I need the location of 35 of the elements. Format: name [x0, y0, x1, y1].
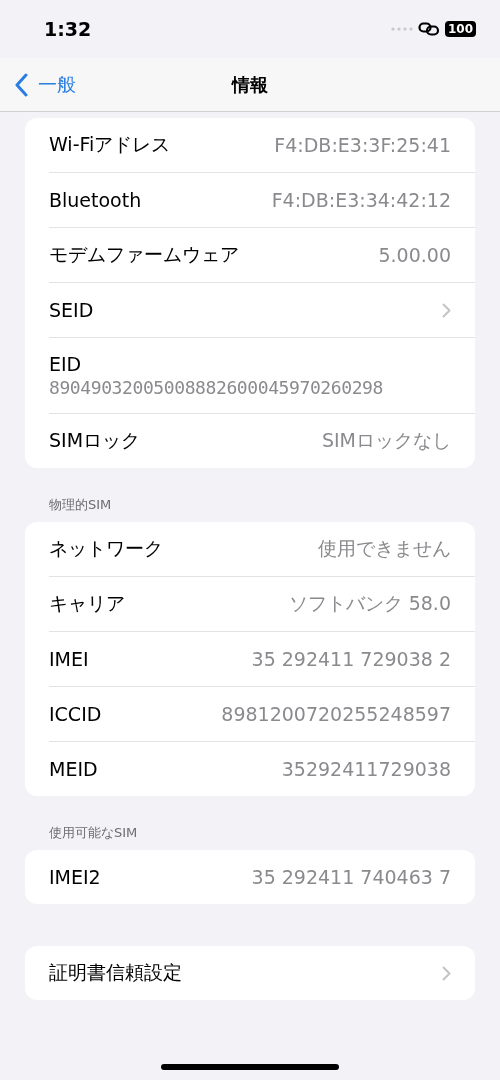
row-label: IMEI2	[49, 866, 101, 888]
signal-dots-icon	[390, 27, 413, 31]
row-label: EID	[49, 353, 82, 375]
settings-row[interactable]: SEID	[25, 283, 475, 337]
row-label: MEID	[49, 758, 98, 780]
row-value: F4:DB:E3:3F:25:41	[274, 134, 451, 156]
row-label: SIMロック	[49, 428, 141, 453]
row-label: Wi-Fiアドレス	[49, 132, 171, 157]
row-value: F4:DB:E3:34:42:12	[271, 189, 451, 211]
chevron-left-icon	[14, 72, 28, 97]
row-value: 89049032005008882600045970260298	[49, 377, 383, 398]
row-label: Bluetooth	[49, 189, 142, 211]
chevron-right-icon	[442, 302, 451, 318]
section-header: 使用可能なSIM	[48, 824, 139, 842]
status-time: 1:32	[44, 18, 92, 40]
row-label: ICCID	[49, 703, 102, 725]
page-title: 情報	[232, 72, 268, 97]
row-label: IMEI	[49, 648, 89, 670]
row-value: 35 292411 729038 2	[251, 648, 451, 670]
row-value: 35 292411 740463 7	[251, 866, 451, 888]
row-value: ソフトバンク 58.0	[288, 591, 451, 616]
chevron-right-icon	[442, 965, 451, 981]
row-label: キャリア	[49, 591, 125, 616]
row-value: 5.00.00	[378, 244, 451, 266]
battery-indicator: 100	[444, 21, 476, 37]
back-button[interactable]: 一般	[14, 71, 76, 98]
row-value: 使用できません	[318, 536, 451, 561]
row-label: ネットワーク	[49, 536, 163, 561]
settings-row[interactable]: 証明書信頼設定	[25, 946, 475, 1000]
row-value: 35292411729038	[281, 758, 451, 780]
section-header: 物理的SIM	[48, 496, 113, 514]
row-label: モデムファームウェア	[49, 242, 239, 267]
row-value: 8981200720255248597	[221, 703, 451, 725]
link-icon	[417, 22, 440, 36]
row-value: SIMロックなし	[321, 428, 451, 453]
